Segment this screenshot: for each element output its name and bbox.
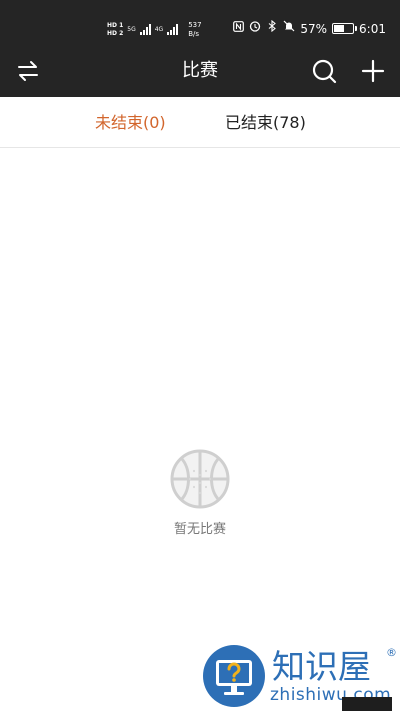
tab-bar: 未结束(0) 已结束(78) xyxy=(0,97,400,148)
hd2-label: HD 2 xyxy=(107,29,124,37)
net-speed-unit: B/s xyxy=(188,29,200,38)
nfc-icon xyxy=(232,20,244,37)
empty-message: 暂无比赛 xyxy=(173,522,226,537)
net-speed-value: 537 xyxy=(188,20,202,29)
add-button[interactable] xyxy=(358,56,388,86)
tab-finished[interactable]: 已结束(78) xyxy=(225,97,306,147)
corner-badge xyxy=(342,697,392,711)
mute-icon xyxy=(283,20,295,37)
network-indicators: HD 1 HD 2 5G 4G 537 B/s xyxy=(107,16,202,42)
status-bar: HD 1 HD 2 5G 4G 537 B/s 57% 6:01 xyxy=(0,0,400,44)
signal-2-icon xyxy=(167,23,179,35)
gen2-label: 4G xyxy=(154,25,164,33)
watermark: 知识屋 ® zhishiwu.com xyxy=(200,640,400,711)
page-title: 比赛 xyxy=(182,60,218,81)
search-icon xyxy=(312,59,337,84)
battery-icon xyxy=(332,23,358,34)
alarm-icon xyxy=(249,20,261,37)
tab-unfinished[interactable]: 未结束(0) xyxy=(95,97,166,147)
basketball-icon xyxy=(170,449,230,513)
watermark-name: 知识屋 xyxy=(272,647,371,686)
battery-percent: 57% xyxy=(300,21,328,36)
clock: 6:01 xyxy=(359,21,386,36)
hd1-label: HD 1 xyxy=(107,21,124,29)
plus-icon xyxy=(361,59,385,83)
nav-bar: 比赛 xyxy=(0,44,400,97)
switch-button[interactable] xyxy=(13,56,43,86)
search-button[interactable] xyxy=(309,56,339,86)
watermark-registered: ® xyxy=(386,646,397,659)
switch-arrows-icon xyxy=(18,61,38,81)
bluetooth-icon xyxy=(266,19,278,37)
gen1-label: 5G xyxy=(127,25,136,33)
empty-state: 暂无比赛 xyxy=(0,148,400,711)
monitor-question-icon xyxy=(203,645,265,707)
signal-1-icon xyxy=(139,23,151,35)
